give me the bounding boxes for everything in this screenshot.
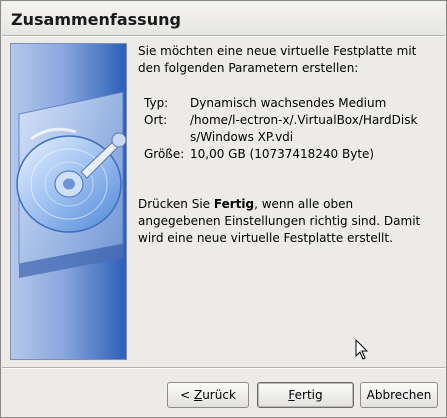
outro-prefix: Drücken Sie bbox=[138, 197, 214, 211]
mouse-cursor-icon bbox=[355, 339, 369, 360]
param-row-type: Typ: Dynamisch wachsendes Medium bbox=[144, 95, 439, 112]
param-row-location: Ort: /home/l-ectron-x/.VirtualBox/HardDi… bbox=[144, 112, 439, 146]
page-title: Zusammenfassung bbox=[11, 10, 181, 29]
wizard-window: Zusammenfassung Sie möchten eine neue vi… bbox=[0, 0, 447, 418]
param-value: 10,00 GB (10737418240 Byte) bbox=[190, 147, 375, 161]
param-label: Ort: bbox=[144, 113, 168, 127]
param-label: Größe: bbox=[144, 147, 185, 161]
finish-button[interactable]: Fertig bbox=[257, 382, 354, 408]
wizard-header: Zusammenfassung bbox=[2, 2, 445, 36]
footer-divider bbox=[2, 367, 445, 369]
outro-text: Drücken Sie Fertig, wenn alle oben angeg… bbox=[138, 196, 438, 247]
back-mnemonic: Z bbox=[193, 388, 203, 402]
cancel-button[interactable]: Abbrechen bbox=[360, 382, 438, 408]
back-prefix: < bbox=[180, 388, 194, 402]
param-row-size: Größe: 10,00 GB (10737418240 Byte) bbox=[144, 146, 439, 163]
hard-disk-icon bbox=[16, 91, 126, 278]
param-value: Dynamisch wachsendes Medium bbox=[190, 96, 387, 110]
finish-rest: ertig bbox=[294, 388, 323, 402]
header-divider bbox=[2, 35, 445, 37]
back-button[interactable]: < Zurück bbox=[167, 382, 249, 408]
wizard-side-image bbox=[10, 43, 127, 360]
parameter-list: Typ: Dynamisch wachsendes Medium Ort: /h… bbox=[144, 95, 439, 163]
param-value: /home/l-ectron-x/.VirtualBox/HardDisks/W… bbox=[190, 113, 418, 144]
back-rest: urück bbox=[202, 388, 236, 402]
intro-text: Sie möchten eine neue virtuelle Festplat… bbox=[138, 44, 417, 75]
outro-bold: Fertig bbox=[213, 197, 255, 211]
param-label: Typ: bbox=[144, 96, 169, 110]
